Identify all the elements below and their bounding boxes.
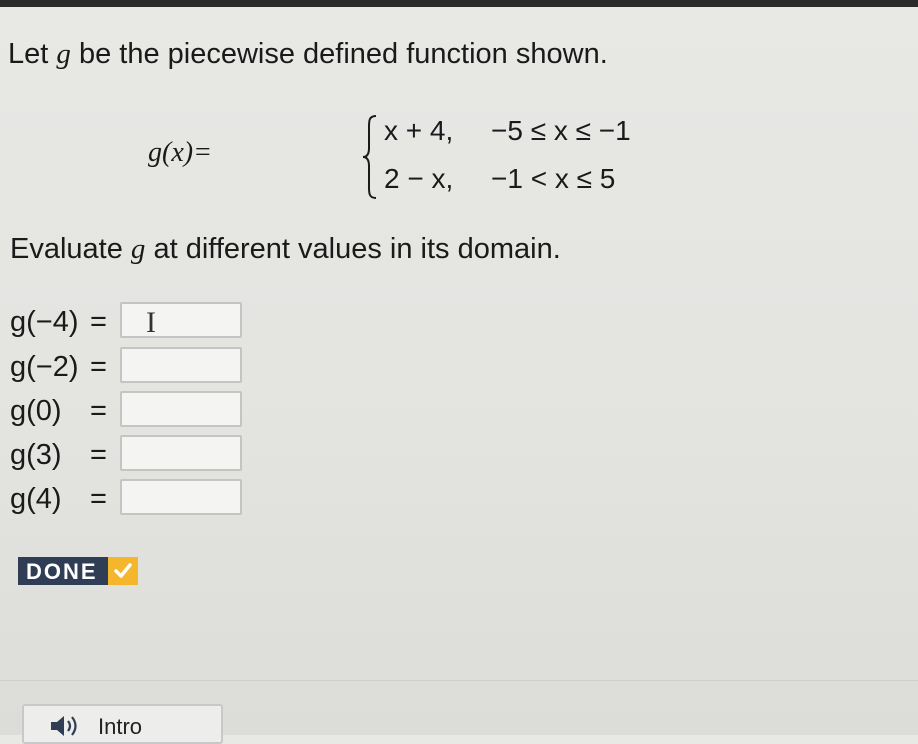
curly-brace-icon: [362, 115, 377, 199]
case-1-expr: x + 4,: [384, 115, 454, 146]
equals-sign: =: [90, 306, 107, 338]
prompt-var: g: [56, 38, 71, 70]
case-2-expr: 2 − x,: [384, 163, 454, 194]
evaluation-label: g(0): [10, 395, 62, 427]
instruction-text-2: at different values in its domain.: [153, 233, 561, 265]
prompt-text-1: Let: [8, 38, 49, 70]
case-1-condition: −5 ≤ x ≤ −1: [491, 115, 631, 146]
problem-statement: Let g be the piecewise defined function …: [8, 38, 608, 71]
top-bar: [0, 0, 918, 7]
speaker-icon: [51, 716, 77, 736]
check-icon: [107, 557, 138, 585]
piecewise-function: g(x)= x + 4, −5 ≤ x ≤ −1 2 − x, −1 < x ≤…: [148, 112, 631, 202]
text-cursor-icon: I: [146, 306, 156, 339]
answer-input-g-neg4[interactable]: I: [120, 302, 242, 339]
evaluation-label: g(3): [10, 439, 62, 471]
answer-input-g-4[interactable]: [120, 479, 242, 515]
answer-input-g-neg2[interactable]: [120, 347, 242, 383]
section-divider: [0, 680, 918, 681]
intro-label: Intro: [98, 714, 143, 739]
equals-sign: =: [90, 439, 107, 471]
answer-input-g-0[interactable]: [120, 391, 242, 427]
done-label: DONE: [18, 557, 108, 585]
instruction: Evaluate g at different values in its do…: [10, 233, 561, 266]
answer-input-g-3[interactable]: [120, 435, 242, 471]
evaluation-label: g(−2): [10, 351, 79, 383]
evaluation-label: g(4): [10, 483, 62, 515]
prompt-text-2: be the piecewise defined function shown.: [78, 38, 608, 70]
evaluation-label: g(−4): [10, 306, 79, 338]
equals-sign: =: [90, 395, 107, 427]
case-2-condition: −1 < x ≤ 5: [491, 163, 616, 194]
done-button[interactable]: DONE: [18, 557, 138, 585]
intro-button[interactable]: Intro: [22, 704, 223, 744]
equals-sign: =: [90, 483, 107, 515]
equals-sign: =: [90, 351, 107, 383]
instruction-var: g: [130, 233, 146, 265]
instruction-text-1: Evaluate: [10, 233, 123, 265]
function-lhs: g(x)=: [148, 137, 212, 168]
